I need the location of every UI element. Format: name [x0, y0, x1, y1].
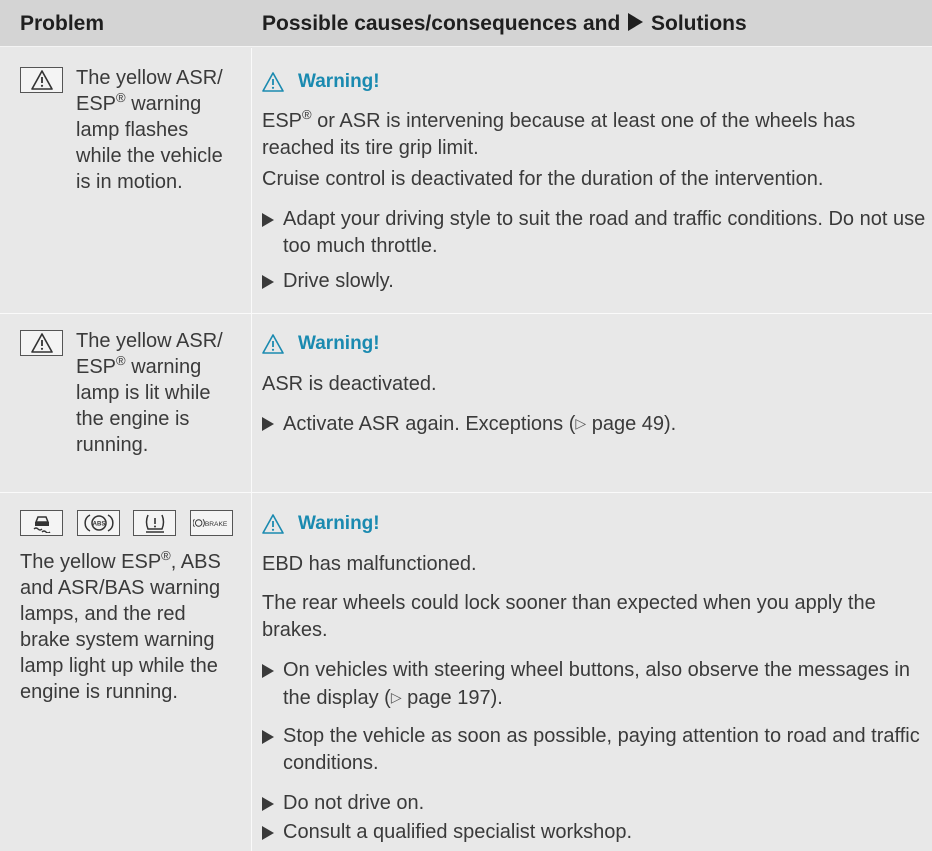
para-text: or ASR is intervening because at least o…: [262, 110, 856, 159]
brake-lamp-icon: BRAKE: [190, 510, 233, 536]
para-esp: ESP: [262, 110, 303, 132]
svg-text:BRAKE: BRAKE: [205, 521, 228, 528]
troubleshooting-table: Problem Possible causes/consequences and…: [0, 0, 932, 851]
problem-line: the engine is: [76, 408, 190, 430]
problem-line-abs: , ABS: [170, 551, 221, 573]
warning-triangle-icon: [262, 514, 284, 534]
warning-label: Warning!: [298, 333, 380, 354]
solution-step: Consult a qualified specialist workshop.: [262, 819, 932, 846]
problem-line: brake system warning: [20, 629, 215, 651]
cause-paragraph: ASR is deactivated.: [262, 373, 437, 395]
esp-skid-lamp-icon: [20, 510, 63, 536]
page-ref-icon: ▷: [390, 689, 402, 705]
solution-text: Do not drive on.: [283, 792, 425, 814]
warning-triangle-lamp-icon: [20, 330, 63, 356]
problem-line: ESP® warning: [76, 354, 246, 380]
problem-column-header: Problem: [20, 12, 105, 35]
solution-text: Consult a qualified specialist workshop.: [283, 821, 633, 843]
problem-line: The yellow ESP®, ABS: [20, 549, 250, 575]
bullet-arrow-icon: [262, 213, 274, 227]
solutions-column-header: Possible causes/consequences and Solutio…: [262, 0, 747, 47]
solution-text: Stop the vehicle as soon as possible, pa…: [283, 725, 920, 774]
warning-label: Warning!: [298, 71, 380, 92]
problem-line: lamp light up while the: [20, 655, 218, 677]
problem-line-esp: ESP: [76, 93, 117, 115]
registered-mark: ®: [161, 548, 171, 563]
problem-description: The yellow ASR/ ESP® warning lamp is lit…: [76, 328, 246, 458]
solution-text: Activate ASR again. Exceptions (: [283, 413, 576, 435]
solutions-header-text: Possible causes/consequences and: [262, 12, 621, 35]
problem-line: lamps, and the red: [20, 603, 186, 625]
solution-step: Do not drive on.: [262, 790, 932, 817]
warning-triangle-icon: [262, 334, 284, 354]
bullet-arrow-icon: [262, 797, 274, 811]
table-row: The yellow ASR/ ESP® warning lamp flashe…: [0, 48, 932, 313]
cause-paragraph: ESP® or ASR is intervening because at le…: [262, 108, 927, 162]
abs-lamp-icon: ABS: [77, 510, 120, 536]
table-header: Problem Possible causes/consequences and…: [0, 0, 932, 47]
solution-text: Adapt your driving style to suit the roa…: [283, 208, 926, 257]
problem-line: lamp is lit while: [76, 382, 211, 404]
warning-heading: Warning!: [262, 68, 380, 96]
bullet-arrow-icon: [262, 730, 274, 744]
problem-line: The yellow ASR/: [76, 67, 223, 89]
problem-line: running.: [76, 434, 149, 456]
registered-mark: ®: [116, 90, 126, 105]
solution-step: Activate ASR again. Exceptions (▷ page 4…: [262, 410, 932, 438]
solution-arrow-icon: [628, 13, 644, 31]
cause-paragraph: Cruise control is deactivated for the du…: [262, 168, 824, 190]
problem-line: while the vehicle: [76, 145, 223, 167]
solution-step: Drive slowly.: [262, 268, 932, 295]
solution-text: On vehicles with steering wheel buttons,…: [283, 659, 911, 709]
problem-line: ESP® warning: [76, 91, 246, 117]
problem-line: is in motion.: [76, 171, 183, 193]
solution-text: page 197).: [401, 687, 503, 709]
warning-label: Warning!: [298, 513, 380, 534]
table-row: The yellow ASR/ ESP® warning lamp is lit…: [0, 314, 932, 492]
warning-heading: Warning!: [262, 510, 380, 538]
cause-paragraph: The rear wheels could lock sooner than e…: [262, 592, 876, 641]
warning-triangle-icon: [262, 72, 284, 92]
bullet-arrow-icon: [262, 826, 274, 840]
tire-pressure-lamp-icon: [133, 510, 176, 536]
problem-line: The yellow ASR/: [76, 330, 223, 352]
registered-mark: ®: [116, 353, 126, 368]
problem-line-esp: ESP: [76, 356, 117, 378]
problem-line-warning: warning: [131, 93, 202, 115]
warning-triangle-lamp-icon: [20, 67, 63, 93]
solutions-header-label: Solutions: [651, 12, 747, 35]
solution-step: Stop the vehicle as soon as possible, pa…: [262, 723, 932, 777]
table-row: ABS BRAKE The yellow ESP®, ABS and ASR/B…: [0, 493, 932, 851]
warning-heading: Warning!: [262, 330, 380, 358]
problem-line: engine is running.: [20, 681, 178, 703]
svg-text:ABS: ABS: [92, 522, 105, 528]
registered-mark: ®: [302, 107, 312, 122]
problem-line-esp: The yellow ESP: [20, 551, 162, 573]
solution-text: Drive slowly.: [283, 270, 394, 292]
bullet-arrow-icon: [262, 664, 274, 678]
problem-description: The yellow ASR/ ESP® warning lamp flashe…: [76, 65, 246, 195]
cause-paragraph: EBD has malfunctioned.: [262, 553, 477, 575]
problem-line: and ASR/BAS warning: [20, 577, 221, 599]
problem-description: The yellow ESP®, ABS and ASR/BAS warning…: [20, 549, 250, 705]
bullet-arrow-icon: [262, 417, 274, 431]
page-ref-icon: ▷: [575, 415, 587, 431]
solution-step: Adapt your driving style to suit the roa…: [262, 206, 932, 260]
problem-line: lamp flashes: [76, 119, 189, 141]
solution-step: On vehicles with steering wheel buttons,…: [262, 657, 932, 712]
problem-line-warning: warning: [131, 356, 202, 378]
solution-text: page 49).: [586, 413, 677, 435]
bullet-arrow-icon: [262, 275, 274, 289]
